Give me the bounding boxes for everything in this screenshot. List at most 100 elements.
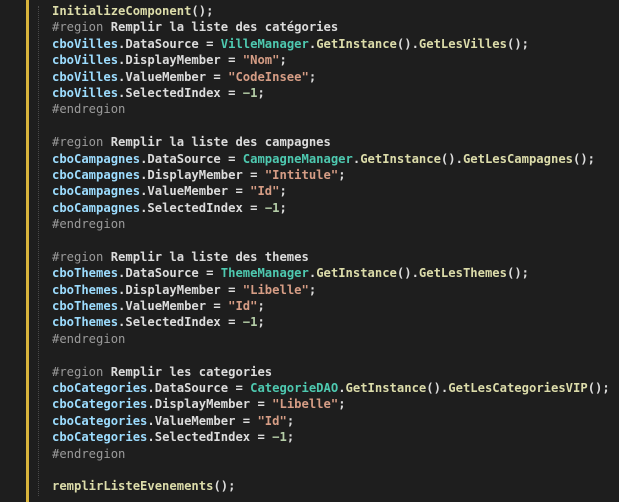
code-token-method: GetLesCampagnes — [462, 151, 573, 166]
code-line[interactable]: cboVilles.DisplayMember = "Nom"; — [52, 52, 610, 68]
code-line[interactable]: cboCampagnes.DataSource = CampagneManage… — [52, 151, 610, 167]
code-token-punct: (); — [506, 266, 529, 281]
code-token-method: GetInstance — [360, 151, 441, 166]
code-line[interactable]: remplirListeEvenements(); — [52, 478, 610, 494]
code-token-punct: (); — [573, 151, 596, 166]
code-token-var: cboCategories — [52, 397, 148, 412]
code-line[interactable]: #endregion — [52, 446, 610, 462]
code-token-punct: ; — [257, 315, 265, 330]
code-token-punct: ; — [338, 397, 346, 412]
code-line[interactable]: cboCategories.ValueMember = "Id"; — [52, 413, 610, 429]
code-token-string: "Libelle" — [272, 397, 339, 412]
code-token-method: remplirListeEvenements — [52, 479, 214, 494]
code-token-punct: (). — [396, 266, 419, 281]
code-token-region: #region — [52, 135, 111, 150]
code-token-number: −1 — [242, 85, 258, 100]
code-token-punct: .DisplayMember = — [118, 282, 243, 297]
code-token-string: "CodeInsee" — [228, 69, 309, 84]
code-token-number: −1 — [264, 200, 280, 215]
code-token-punct: ; — [279, 200, 287, 215]
code-token-region: #endregion — [52, 102, 126, 117]
code-token-type: ThemeManager — [220, 266, 309, 281]
code-line[interactable]: #region Remplir la liste des catégories — [52, 19, 610, 35]
code-area[interactable]: InitializeComponent(); #region Remplir la… — [52, 3, 610, 495]
code-token-punct: (). — [396, 36, 419, 51]
code-token-punct: ; — [279, 184, 287, 199]
code-line[interactable]: cboCampagnes.ValueMember = "Id"; — [52, 183, 610, 199]
code-token-var: cboVilles — [52, 85, 119, 100]
code-token-string: "Libelle" — [242, 282, 309, 297]
code-token-number: −1 — [242, 315, 258, 330]
code-token-region-title: Remplir la liste des campagnes — [110, 135, 331, 150]
code-line[interactable] — [52, 347, 610, 363]
code-token-var: cboVilles — [52, 36, 119, 51]
code-line[interactable]: InitializeComponent(); — [52, 3, 610, 19]
code-token-number: −1 — [272, 430, 287, 445]
code-token-punct: ; — [286, 430, 295, 445]
code-line[interactable]: #endregion — [52, 216, 610, 232]
code-line[interactable] — [52, 118, 610, 134]
code-line[interactable]: cboThemes.ValueMember = "Id"; — [52, 298, 610, 314]
code-token-type: VilleManager — [220, 36, 309, 51]
code-token-var: cboThemes — [52, 282, 119, 297]
code-token-punct: ; — [279, 53, 287, 68]
code-token-region-title: Remplir la liste des catégories — [110, 20, 339, 35]
code-token-string: "Id" — [228, 299, 258, 314]
code-token-method: InitializeComponent — [52, 4, 192, 18]
code-token-method: GetInstance — [316, 36, 397, 51]
code-token-punct: . — [338, 380, 346, 395]
code-line[interactable]: #endregion — [52, 101, 610, 117]
code-line[interactable]: #region Remplir les categories — [52, 364, 610, 380]
code-line[interactable]: cboVilles.ValueMember = "CodeInsee"; — [52, 69, 610, 85]
code-token-punct: (); — [587, 380, 610, 395]
code-line[interactable]: #region Remplir la liste des campagnes — [52, 134, 610, 150]
code-line[interactable]: #endregion — [52, 331, 610, 347]
code-token-punct: (); — [506, 36, 529, 51]
code-token-punct: .DataSource = — [140, 151, 243, 166]
code-token-var: cboThemes — [52, 315, 119, 330]
code-token-punct: .DataSource = — [147, 380, 251, 395]
indent-guide — [38, 6, 39, 496]
code-token-region: #region — [52, 364, 111, 379]
code-token-punct: .DisplayMember = — [140, 167, 265, 182]
code-token-var: cboCampagnes — [52, 151, 141, 166]
code-token-punct: .SelectedIndex = — [147, 430, 273, 445]
code-line[interactable]: cboThemes.SelectedIndex = −1; — [52, 314, 610, 330]
code-line[interactable]: #region Remplir la liste des themes — [52, 249, 610, 265]
code-token-method: GetInstance — [316, 266, 397, 281]
code-token-var: cboThemes — [52, 266, 119, 281]
code-token-string: "Intitule" — [264, 167, 339, 182]
code-token-punct: ; — [286, 413, 295, 428]
code-editor[interactable]: InitializeComponent(); #region Remplir la… — [0, 0, 619, 502]
code-line[interactable]: cboCampagnes.DisplayMember = "Intitule"; — [52, 167, 610, 183]
code-line[interactable] — [52, 232, 610, 248]
code-line[interactable]: cboThemes.DataSource = ThemeManager.GetI… — [52, 265, 610, 281]
code-token-var: cboCampagnes — [52, 184, 141, 199]
code-token-method: GetInstance — [345, 380, 427, 395]
code-token-region: #endregion — [52, 446, 126, 461]
code-line[interactable]: cboCategories.DisplayMember = "Libelle"; — [52, 396, 610, 412]
code-token-punct: (); — [191, 4, 214, 18]
code-token-punct: .DisplayMember = — [147, 397, 273, 412]
code-line[interactable] — [52, 462, 610, 478]
code-token-string: "Id" — [257, 413, 287, 428]
code-token-punct: ; — [308, 69, 317, 84]
code-line[interactable]: cboCampagnes.SelectedIndex = −1; — [52, 200, 610, 216]
code-token-region: #endregion — [52, 217, 126, 232]
code-line[interactable]: cboVilles.DataSource = VilleManager.GetI… — [52, 36, 610, 52]
code-token-punct: ; — [257, 85, 265, 100]
code-token-punct: (); — [213, 479, 236, 494]
code-token-var: cboCategories — [52, 430, 148, 445]
code-token-method: GetLesThemes — [418, 266, 507, 281]
code-line[interactable]: cboCategories.SelectedIndex = −1; — [52, 429, 610, 445]
code-token-punct: .ValueMember = — [140, 184, 251, 199]
code-token-region: #region — [52, 249, 111, 264]
code-token-punct: .DataSource = — [118, 266, 221, 281]
code-line[interactable]: cboCategories.DataSource = CategorieDAO.… — [52, 380, 610, 396]
code-token-var: cboVilles — [52, 69, 119, 84]
code-line[interactable]: cboThemes.DisplayMember = "Libelle"; — [52, 282, 610, 298]
code-token-region-title: Remplir la liste des themes — [110, 249, 309, 264]
code-token-var: cboVilles — [52, 53, 119, 68]
code-token-string: "Id" — [250, 184, 280, 199]
code-line[interactable]: cboVilles.SelectedIndex = −1; — [52, 85, 610, 101]
